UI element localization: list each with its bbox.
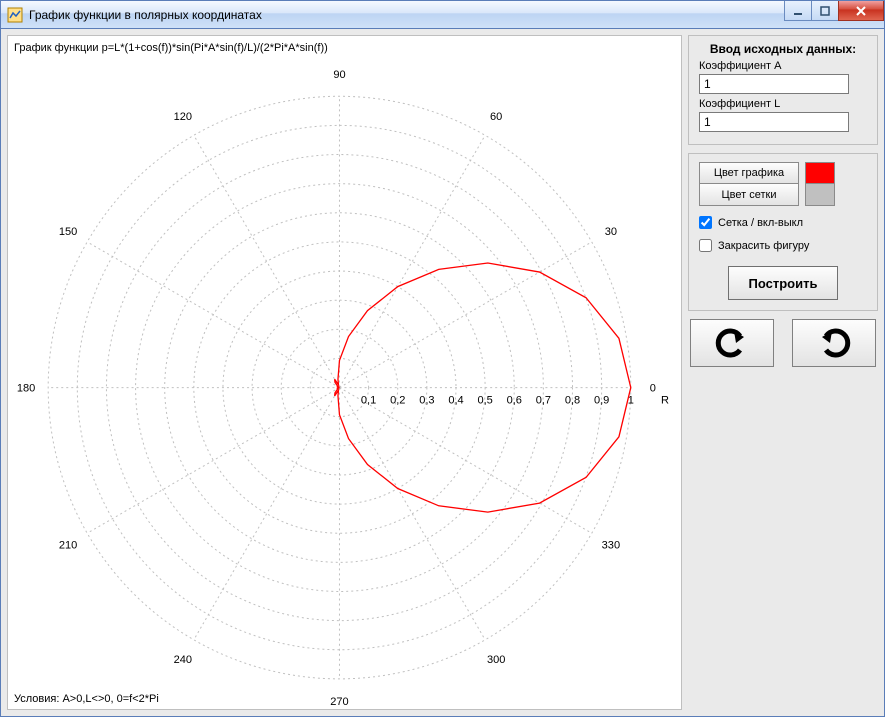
svg-text:0,6: 0,6	[507, 395, 522, 407]
inputs-group: Ввод исходных данных: Коэффициент A Коэф…	[688, 35, 878, 145]
redo-icon	[814, 328, 854, 358]
coeff-a-input[interactable]	[699, 74, 849, 94]
undo-button[interactable]	[690, 319, 774, 367]
side-panel: Ввод исходных данных: Коэффициент A Коэф…	[688, 35, 878, 710]
plot-pane: График функции p=L*(1+cos(f))*sin(Pi*A*s…	[7, 35, 682, 710]
build-button[interactable]: Построить	[728, 266, 838, 300]
graph-color-swatch[interactable]	[805, 162, 835, 184]
maximize-button[interactable]	[811, 1, 839, 21]
app-window: График функции в полярных координатах Гр…	[0, 0, 885, 717]
controls-group: Цвет графика Цвет сетки Сетка / вкл-выкл…	[688, 153, 878, 311]
inputs-title: Ввод исходных данных:	[699, 42, 867, 56]
coeff-l-label: Коэффициент L	[699, 98, 867, 110]
grid-toggle-row[interactable]: Сетка / вкл-выкл	[699, 216, 867, 229]
svg-text:60: 60	[490, 111, 502, 123]
grid-toggle-label: Сетка / вкл-выкл	[718, 217, 803, 229]
svg-text:0,4: 0,4	[448, 395, 463, 407]
close-button[interactable]	[838, 1, 884, 21]
undo-icon	[712, 328, 752, 358]
svg-text:0,2: 0,2	[390, 395, 405, 407]
svg-text:120: 120	[174, 111, 192, 123]
svg-text:330: 330	[602, 539, 620, 551]
svg-text:0,3: 0,3	[419, 395, 434, 407]
graph-color-button[interactable]: Цвет графика	[699, 162, 799, 184]
nav-row	[688, 319, 878, 367]
svg-text:210: 210	[59, 539, 77, 551]
svg-text:0,9: 0,9	[594, 395, 609, 407]
coeff-l-input[interactable]	[699, 112, 849, 132]
svg-text:90: 90	[333, 69, 345, 81]
svg-text:0,8: 0,8	[565, 395, 580, 407]
svg-text:0: 0	[650, 383, 656, 395]
fill-toggle-checkbox[interactable]	[699, 239, 712, 252]
svg-text:0,5: 0,5	[477, 395, 492, 407]
client-area: График функции p=L*(1+cos(f))*sin(Pi*A*s…	[1, 29, 884, 716]
app-icon	[7, 7, 23, 23]
titlebar: График функции в полярных координатах	[1, 1, 884, 29]
coeff-a-label: Коэффициент A	[699, 60, 867, 72]
svg-text:270: 270	[330, 696, 348, 708]
polar-chart: 0 30 60 90 120 150 180 210 240 270 300 330 0,1 0,2 0,3…	[8, 36, 681, 709]
fill-toggle-label: Закрасить фигуру	[718, 240, 809, 252]
minimize-button[interactable]	[784, 1, 812, 21]
svg-text:180: 180	[17, 383, 35, 395]
svg-text:300: 300	[487, 654, 505, 666]
window-buttons	[785, 1, 884, 21]
svg-text:0,1: 0,1	[361, 395, 376, 407]
svg-text:0,7: 0,7	[536, 395, 551, 407]
grid-color-button[interactable]: Цвет сетки	[699, 184, 799, 206]
svg-text:R: R	[661, 395, 669, 407]
window-title: График функции в полярных координатах	[29, 8, 262, 22]
svg-text:150: 150	[59, 226, 77, 238]
grid-toggle-checkbox[interactable]	[699, 216, 712, 229]
svg-text:240: 240	[174, 654, 192, 666]
svg-text:30: 30	[605, 226, 617, 238]
color-picker-row: Цвет графика Цвет сетки	[699, 162, 867, 206]
grid-color-swatch[interactable]	[805, 184, 835, 206]
redo-button[interactable]	[792, 319, 876, 367]
fill-toggle-row[interactable]: Закрасить фигуру	[699, 239, 867, 252]
